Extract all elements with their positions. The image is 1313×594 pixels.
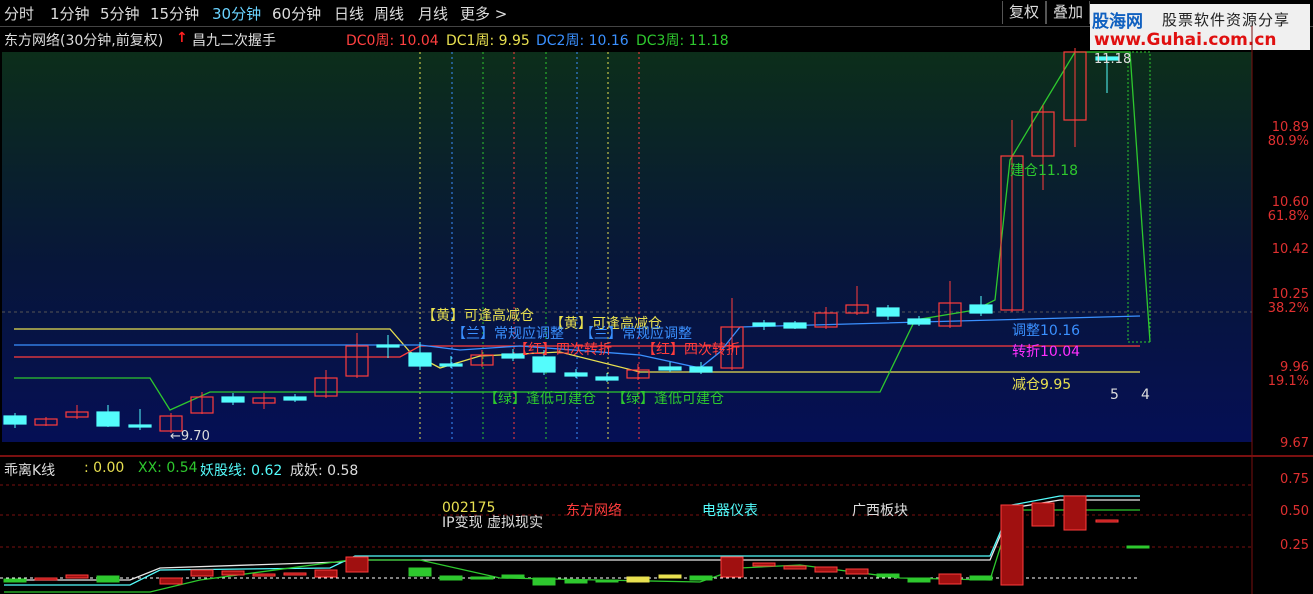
- zhuanzhe-label: 转折10.04: [1012, 344, 1081, 360]
- candle-body: [564, 372, 588, 377]
- axis-price-4: 10.25: [1271, 287, 1309, 302]
- sub-candle: [96, 575, 120, 583]
- sub-axis-1: 0.75: [1280, 472, 1309, 487]
- sub-candle: [876, 573, 900, 578]
- sub-candle: [1063, 495, 1087, 531]
- sub-candle: [1031, 502, 1055, 527]
- dc3-value: DC3周: 11.18: [636, 33, 729, 49]
- count-4: 4: [1141, 387, 1150, 403]
- sub-region: 广西板块: [852, 503, 908, 519]
- sub-candle: [470, 576, 494, 580]
- annotation-red-2: 【红】四次转折: [642, 342, 740, 358]
- sub-candle: [783, 565, 807, 570]
- sub-candle: [439, 575, 463, 581]
- sub-candle: [1126, 545, 1150, 549]
- sub-candle: [314, 569, 338, 578]
- sub-yao-value: 妖股线: 0.62: [200, 463, 283, 479]
- kline-chart[interactable]: [0, 0, 1313, 594]
- sub-candle: [1095, 519, 1119, 523]
- sub-indicator-value: : 0.00: [84, 460, 125, 476]
- axis-pct-1: 80.9%: [1267, 134, 1309, 149]
- sub-stock-name: 东方网络: [566, 503, 622, 519]
- jiancang-label: 建仓11.18: [1010, 163, 1079, 179]
- sub-candle: [345, 556, 369, 573]
- sub-candle: [252, 573, 276, 577]
- sub-candle: [408, 567, 432, 577]
- sub-indicator-name: 乖离K线: [4, 463, 56, 479]
- sub-candle: [969, 575, 993, 581]
- sub-candle: [65, 574, 89, 579]
- tiaozheng-label: 调整10.16: [1012, 323, 1081, 339]
- annotation-green-2: 【绿】逢低可建仓: [612, 391, 724, 407]
- sub-candle: [532, 577, 556, 586]
- sub-candle: [658, 574, 682, 579]
- sub-candle: [938, 573, 962, 585]
- sub-candle: [221, 570, 245, 576]
- jiancang2-label: 减仓9.95: [1012, 377, 1072, 393]
- annotation-red-1: 【红】四次转折: [514, 342, 612, 358]
- stock-title: 东方网络(30分钟,前复权): [4, 33, 164, 49]
- candle-body: [96, 411, 120, 427]
- sub-candle: [814, 566, 838, 573]
- candle-body: [689, 366, 713, 373]
- sub-concept: IP变现 虚拟现实: [442, 515, 544, 531]
- sub-chengyao-value: 成妖: 0.58: [290, 463, 359, 479]
- candle-body: [907, 318, 931, 325]
- count-5: 5: [1110, 387, 1119, 403]
- candle-body: [283, 396, 307, 401]
- sub-candle: [501, 574, 525, 579]
- sub-xx-value: XX: 0.54: [138, 460, 198, 476]
- sub-candle: [3, 578, 27, 583]
- candle-body: [876, 307, 900, 317]
- candle-body: [439, 363, 463, 367]
- candle-body: [376, 344, 400, 348]
- sub-candle: [1000, 504, 1024, 586]
- candle-body: [128, 424, 152, 428]
- axis-pct-2: 61.8%: [1267, 209, 1309, 224]
- candle-body: [969, 304, 993, 314]
- sub-axis-3: 0.25: [1280, 538, 1309, 553]
- candle-body: [532, 356, 556, 373]
- dc0-value: DC0周: 10.04: [346, 33, 439, 49]
- sub-candle: [564, 579, 588, 584]
- sub-candle: [752, 562, 776, 567]
- sub-candle: [626, 576, 650, 583]
- axis-price-1: 10.89: [1271, 120, 1309, 135]
- candle-body: [783, 322, 807, 329]
- sub-candle: [720, 556, 744, 578]
- sub-candle: [283, 572, 307, 576]
- low-price-mark: ←9.70: [170, 429, 210, 444]
- annotation-green-1: 【绿】逢低可建仓: [484, 391, 596, 407]
- dc2-value: DC2周: 10.16: [536, 33, 629, 49]
- sub-industry: 电器仪表: [702, 503, 758, 519]
- sub-candle: [190, 569, 214, 577]
- formula-name: 昌九二次握手: [192, 33, 276, 49]
- candle-body: [3, 415, 27, 425]
- sub-candle: [845, 568, 869, 575]
- axis-price-3: 10.42: [1271, 242, 1309, 257]
- sub-candle: [907, 577, 931, 583]
- candle-body: [658, 366, 682, 371]
- axis-pct-5: 19.1%: [1267, 374, 1309, 389]
- axis-price-6: 9.67: [1280, 436, 1309, 451]
- sub-candle: [595, 579, 619, 583]
- sub-candle: [34, 577, 58, 581]
- candle-body: [752, 322, 776, 327]
- high-price-mark: 11.18: [1094, 52, 1132, 67]
- candle-body: [408, 352, 432, 367]
- axis-pct-4: 38.2%: [1267, 301, 1309, 316]
- candle-body: [595, 376, 619, 381]
- dc1-value: DC1周: 9.95: [446, 33, 530, 49]
- sub-candle: [689, 575, 713, 581]
- annotation-yellow-1: 【黄】可逢高减仓: [422, 308, 534, 324]
- axis-price-2: 10.60: [1271, 195, 1309, 210]
- arrow-up-icon: ↑: [176, 30, 188, 46]
- candle-body: [221, 396, 245, 403]
- sub-candle: [159, 577, 183, 585]
- sub-axis-2: 0.50: [1280, 504, 1309, 519]
- axis-price-5: 9.96: [1280, 360, 1309, 375]
